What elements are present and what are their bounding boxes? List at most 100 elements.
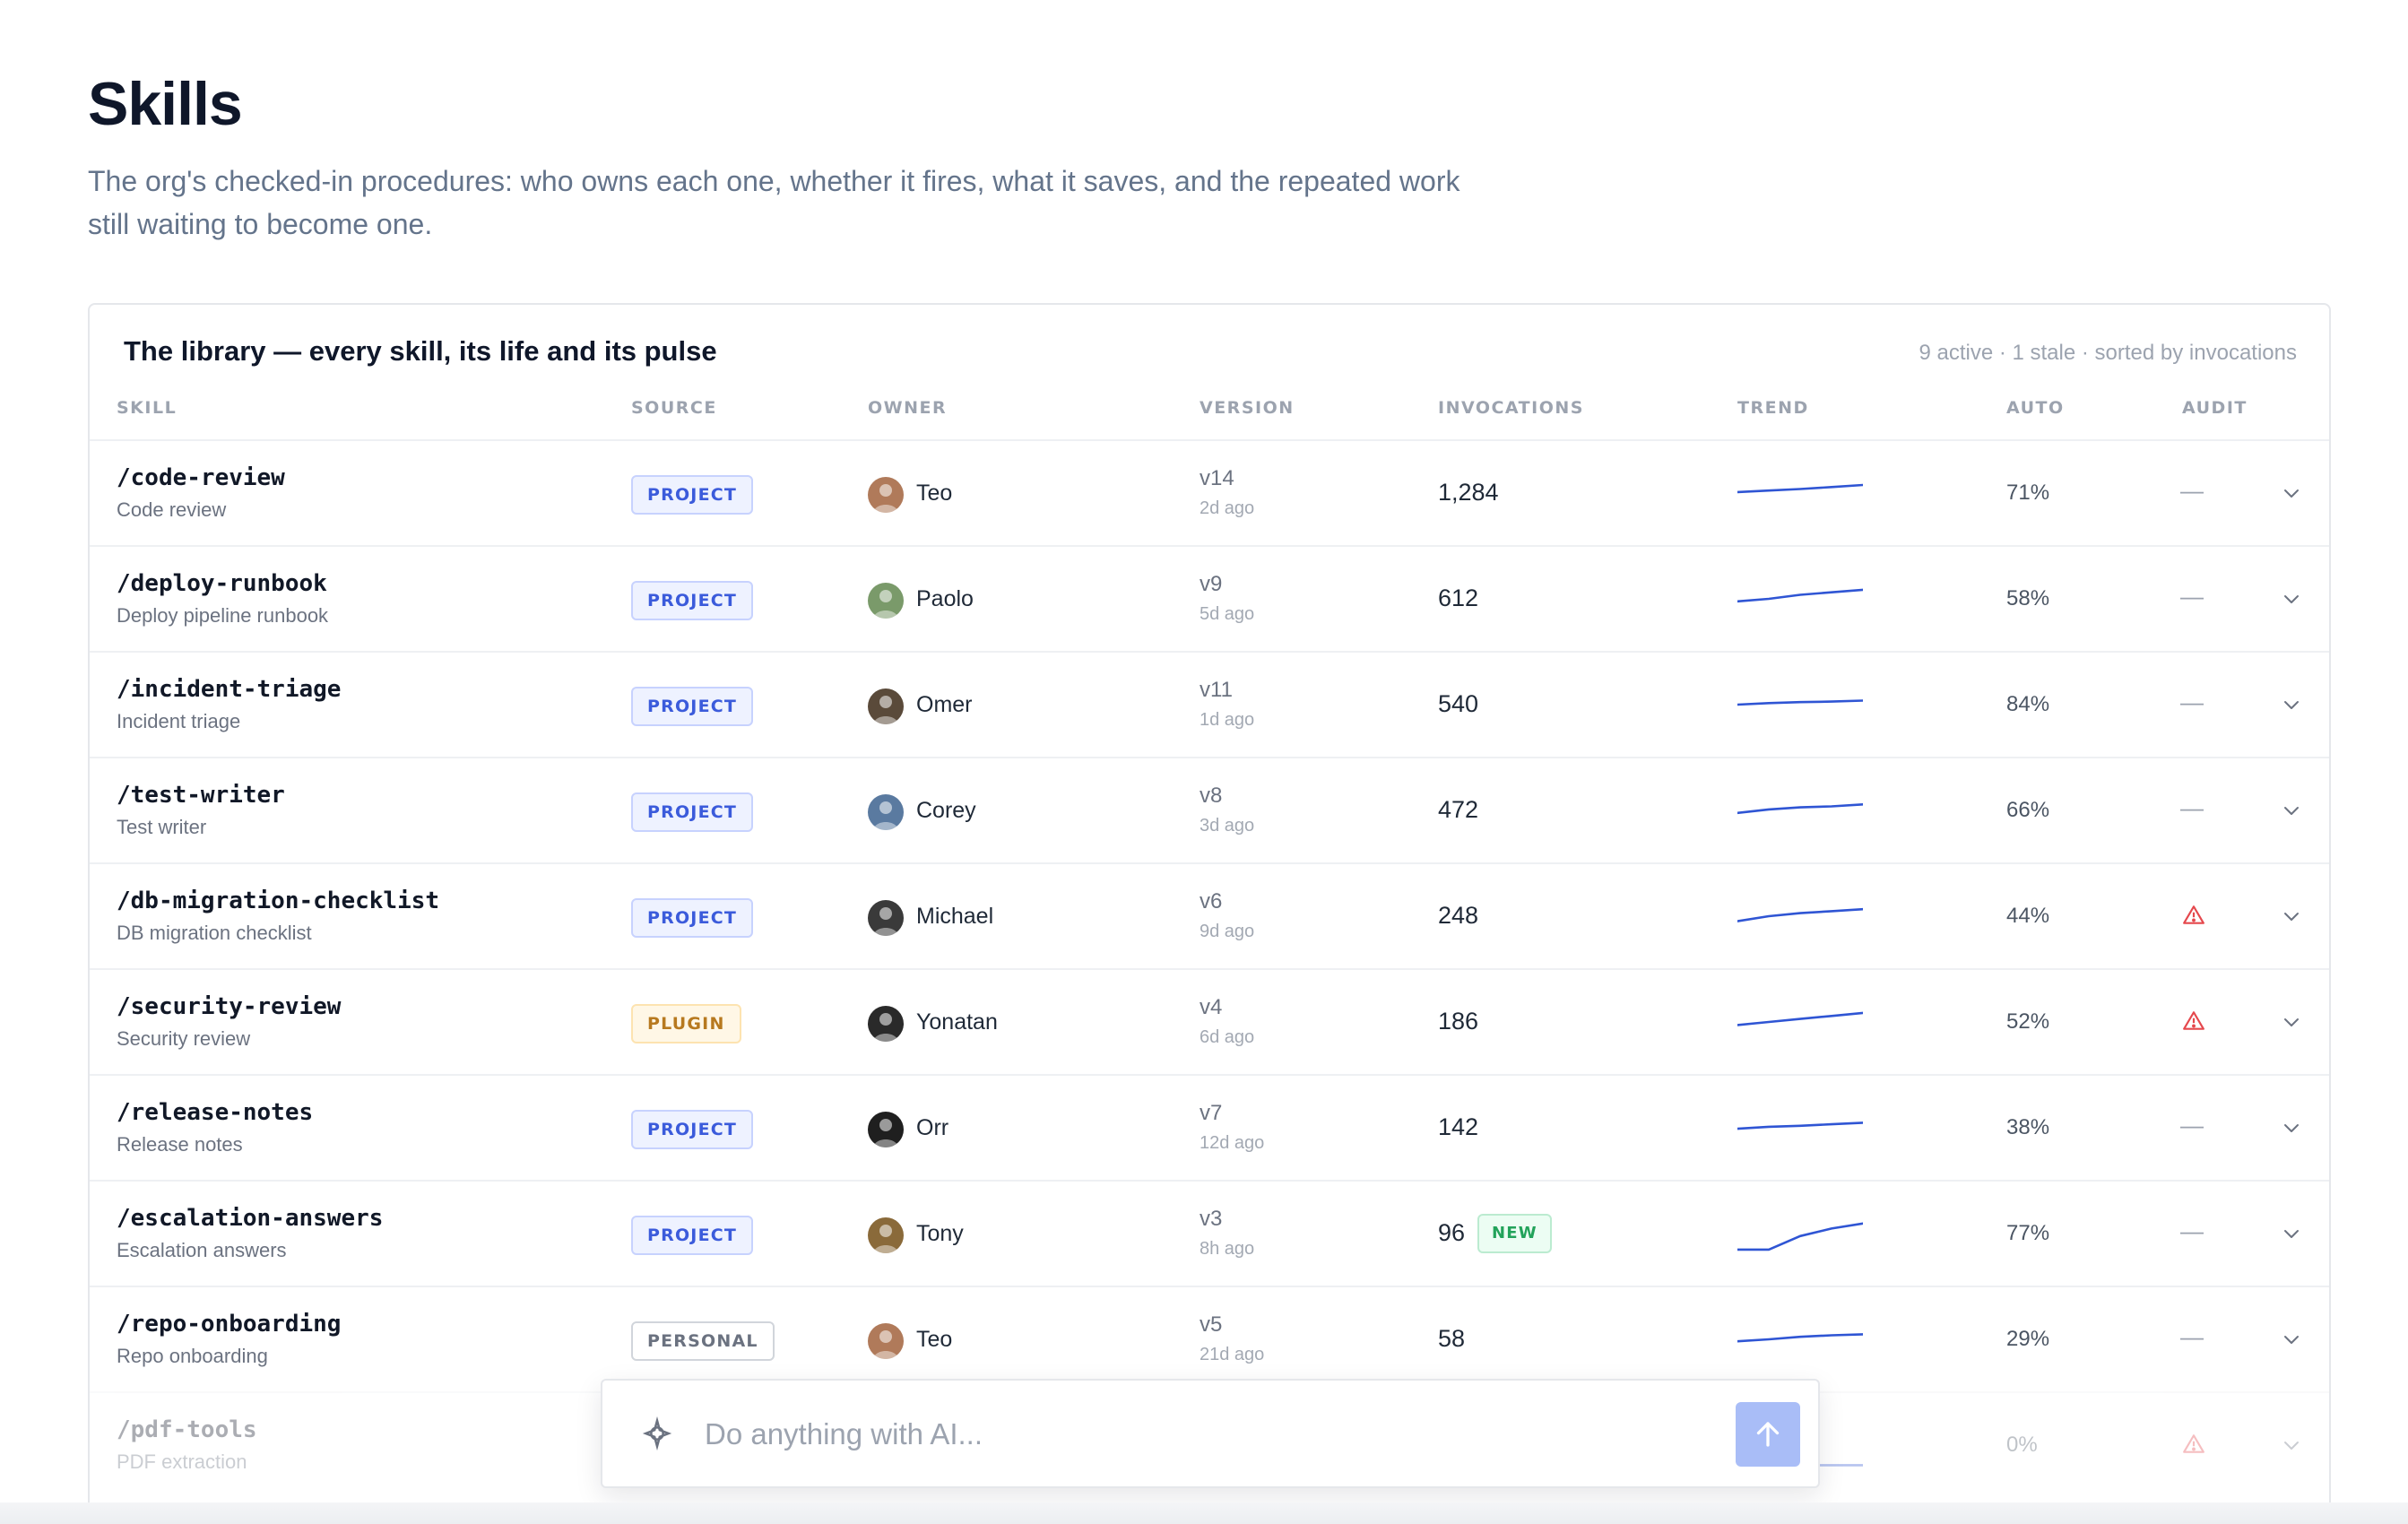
warning-icon <box>2183 1434 2204 1453</box>
invocation-count: 186 <box>1438 1008 1479 1035</box>
auto-rate: 44% <box>2006 904 2050 928</box>
owner-name: Michael <box>916 904 994 929</box>
chevron-down-icon[interactable] <box>2281 1434 2302 1456</box>
owner-name: Paolo <box>916 586 974 611</box>
source-badge: PROJECT <box>631 1110 754 1149</box>
skill-command[interactable]: /db-migration-checklist <box>117 888 439 914</box>
source-badge: PLUGIN <box>631 1004 741 1043</box>
trend-sparkline <box>1737 699 1863 706</box>
skill-description: Test writer <box>117 816 207 838</box>
invocation-count: 612 <box>1438 584 1479 611</box>
person-icon <box>873 801 898 830</box>
table-row[interactable]: /code-review Code review PROJECT Teo v14 2d … <box>90 439 2329 545</box>
col-source[interactable]: SOURCE <box>631 398 717 418</box>
table-row[interactable]: /test-writer Test writer PROJECT Corey v8 3d… <box>90 757 2329 862</box>
version-age: 8h ago <box>1200 1239 1255 1259</box>
chevron-down-icon[interactable] <box>2281 905 2302 927</box>
chevron-down-icon[interactable] <box>2281 1117 2302 1139</box>
skill-command[interactable]: /release-notes <box>117 1099 313 1126</box>
auto-rate: 66% <box>2006 798 2050 822</box>
person-icon <box>873 1330 898 1359</box>
audit-none-dash: — <box>2180 583 2204 610</box>
page-description: The org's checked-in procedures: who own… <box>88 165 1460 240</box>
chevron-down-icon[interactable] <box>2281 588 2302 610</box>
ai-prompt-input[interactable] <box>705 1407 1673 1461</box>
chevron-down-icon[interactable] <box>2281 694 2302 715</box>
col-invocations[interactable]: INVOCATIONS <box>1438 398 1584 418</box>
source-badge: PROJECT <box>631 687 754 726</box>
skill-description: Deploy pipeline runbook <box>117 604 329 627</box>
invocation-count: 1,284 <box>1438 479 1499 506</box>
invocation-count: 248 <box>1438 902 1479 929</box>
table-row[interactable]: /repo-onboarding Repo onboarding PERSONAL … <box>90 1286 2329 1391</box>
col-owner[interactable]: OWNER <box>868 398 947 418</box>
skill-command[interactable]: /deploy-runbook <box>117 570 327 597</box>
owner-avatar <box>868 1112 904 1147</box>
sparkle-icon <box>642 1416 672 1450</box>
chevron-down-icon[interactable] <box>2281 1329 2302 1350</box>
bottom-edge <box>0 1502 2408 1524</box>
owner-avatar <box>868 477 904 513</box>
chevron-down-icon[interactable] <box>2281 800 2302 821</box>
warning-icon <box>2183 905 2204 924</box>
auto-rate: 58% <box>2006 586 2050 610</box>
chevron-down-icon[interactable] <box>2281 1223 2302 1244</box>
version-number: v11 <box>1200 678 1233 702</box>
skill-command[interactable]: /incident-triage <box>117 676 341 703</box>
invocation-count: 472 <box>1438 796 1479 823</box>
version-age: 6d ago <box>1200 1027 1255 1047</box>
table-row[interactable]: /release-notes Release notes PROJECT Orr v7… <box>90 1074 2329 1180</box>
auto-rate: 71% <box>2006 481 2050 505</box>
owner-avatar <box>868 794 904 830</box>
col-version[interactable]: VERSION <box>1200 398 1295 418</box>
trend-line <box>1737 699 1863 706</box>
col-skill[interactable]: SKILL <box>117 398 177 418</box>
skill-command[interactable]: /code-review <box>117 464 285 491</box>
chevron-down-icon[interactable] <box>2281 482 2302 504</box>
table-row[interactable]: /escalation-answers Escalation answers PRO… <box>90 1180 2329 1286</box>
owner-name: Teo <box>916 1327 953 1352</box>
skill-command[interactable]: /escalation-answers <box>117 1205 383 1232</box>
table-row[interactable]: /deploy-runbook Deploy pipeline runbook PR… <box>90 545 2329 651</box>
col-trend[interactable]: TREND <box>1737 398 1809 418</box>
chevron-down-icon[interactable] <box>2281 1011 2302 1033</box>
audit-none-dash: — <box>2180 1217 2204 1244</box>
table-row[interactable]: /db-migration-checklist DB migration chec… <box>90 862 2329 968</box>
skill-command[interactable]: /pdf-tools <box>117 1416 257 1443</box>
skill-command[interactable]: /security-review <box>117 993 341 1020</box>
page-title: Skills <box>88 70 243 138</box>
owner-name: Yonatan <box>916 1009 998 1035</box>
skill-description: Code review <box>117 498 227 521</box>
col-auto[interactable]: AUTO <box>2006 398 2065 418</box>
skills-page: Skills The org's checked-in procedures: … <box>0 0 2408 1524</box>
version-number: v4 <box>1200 995 1223 1019</box>
skill-description: Escalation answers <box>117 1239 287 1261</box>
trend-line <box>1737 588 1863 603</box>
version-age: 5d ago <box>1200 604 1255 624</box>
table-row[interactable]: /security-review Security review PLUGIN Yo… <box>90 968 2329 1074</box>
skills-library-card: The library — every skill, its life and … <box>88 303 2331 1524</box>
warning-icon <box>2183 1011 2204 1030</box>
skill-command[interactable]: /repo-onboarding <box>117 1311 341 1338</box>
owner-avatar <box>868 900 904 936</box>
skill-command[interactable]: /test-writer <box>117 782 285 809</box>
auto-rate: 29% <box>2006 1327 2050 1351</box>
ai-command-bar <box>601 1379 1820 1488</box>
send-button[interactable] <box>1736 1402 1800 1467</box>
skill-description: DB migration checklist <box>117 922 312 944</box>
person-icon <box>873 1119 898 1147</box>
skills-table-body: /code-review Code review PROJECT Teo v14 2d … <box>90 439 2329 1497</box>
invocation-count: 96 <box>1438 1219 1466 1246</box>
table-row[interactable]: /incident-triage Incident triage PROJECT O… <box>90 651 2329 757</box>
trend-line <box>1737 907 1863 922</box>
library-meta: 9 active · 1 stale · sorted by invocatio… <box>1919 341 2297 365</box>
skill-description: Release notes <box>117 1133 243 1156</box>
audit-none-dash: — <box>2180 477 2204 504</box>
trend-sparkline <box>1737 483 1863 494</box>
col-audit[interactable]: AUDIT <box>2182 398 2248 418</box>
source-badge: PROJECT <box>631 475 754 515</box>
source-badge: PROJECT <box>631 792 754 832</box>
version-age: 1d ago <box>1200 710 1255 730</box>
version-age: 3d ago <box>1200 816 1255 836</box>
owner-name: Omer <box>916 692 973 717</box>
